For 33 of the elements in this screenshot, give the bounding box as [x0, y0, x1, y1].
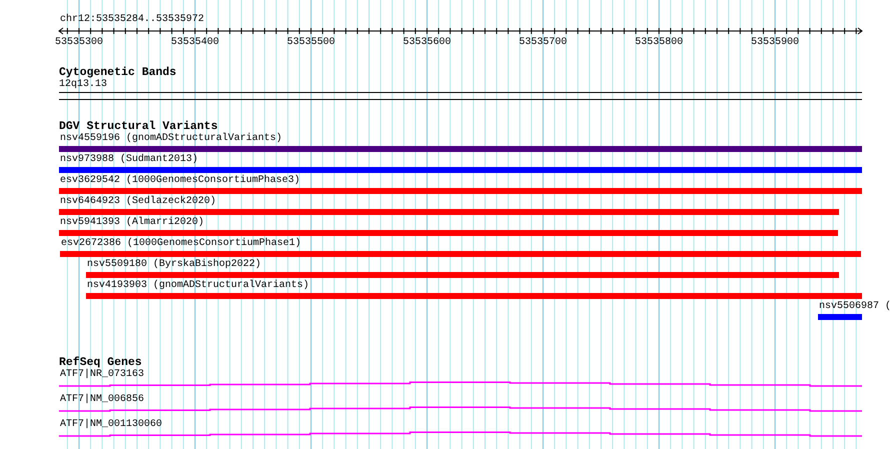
variant-bar[interactable] — [59, 230, 838, 236]
variant-label: nsv5506987 ( — [818, 301, 890, 313]
variant-label: nsv4559196 (gnomADStructuralVariants) — [59, 133, 282, 145]
position-label: 53535500 — [287, 37, 335, 48]
band-label: 12q13.13 — [59, 79, 108, 91]
location-label: chr12:53535284..53535972 — [59, 14, 204, 26]
variant-label: esv2672386 (1000GenomesConsortiumPhase1) — [60, 238, 302, 250]
variant-bar[interactable] — [59, 167, 862, 173]
variant-label: esv3629542 (1000GenomesConsortiumPhase3) — [59, 175, 300, 187]
variant-bar[interactable] — [60, 251, 861, 257]
variant-bar[interactable] — [818, 314, 862, 320]
gene-label: ATF7|NM_006856 — [59, 394, 144, 406]
track-title: DGV Structural Variants — [59, 121, 218, 133]
position-label: 53535700 — [519, 37, 567, 48]
position-label: 53535600 — [403, 37, 451, 48]
variant-bar[interactable] — [86, 272, 839, 278]
variant-label: nsv6464923 (Sedlazeck2020) — [59, 196, 216, 208]
gene-label: ATF7|NR_073163 — [59, 369, 144, 381]
variant-bar[interactable] — [59, 188, 862, 194]
position-label: 53535300 — [55, 37, 103, 48]
variant-bar[interactable] — [59, 209, 839, 215]
position-label: 53535800 — [635, 37, 683, 48]
variant-bar[interactable] — [59, 146, 862, 152]
variant-label: nsv4193903 (gnomADStructuralVariants) — [86, 280, 310, 292]
position-label: 53535400 — [171, 37, 219, 48]
variant-bar[interactable] — [86, 293, 862, 299]
gene-label: ATF7|NM_001130060 — [59, 419, 162, 431]
variant-label: nsv5941393 (Almarri2020) — [59, 217, 204, 229]
position-label: 53535900 — [751, 37, 799, 48]
track-title: RefSeq Genes — [59, 357, 142, 369]
variant-label: nsv973988 (Sudmant2013) — [59, 154, 198, 166]
track-title: Cytogenetic Bands — [59, 67, 176, 79]
variant-label: nsv5509180 (ByrskaBishop2022) — [86, 259, 262, 271]
